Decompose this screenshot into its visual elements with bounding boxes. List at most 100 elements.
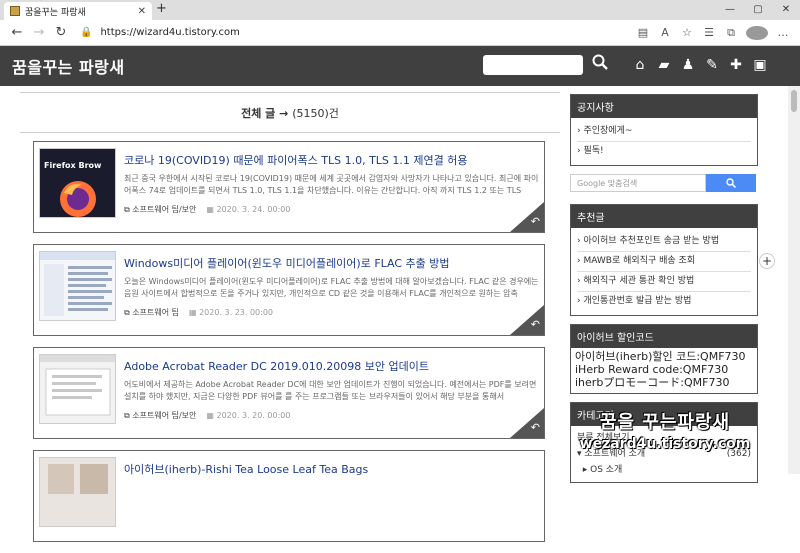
- iherb-code-line: iherbプロモーコード:QMF730: [575, 376, 730, 389]
- post-card[interactable]: 아이허브(iherb)-Rishi Tea Loose Leaf Tea Bag…: [33, 450, 545, 542]
- recommend-widget-title: 추천글: [571, 205, 757, 228]
- folder-icon[interactable]: ▰: [652, 54, 676, 76]
- url-field[interactable]: 🔒 https://wizard4u.tistory.com: [80, 23, 632, 43]
- forward-icon[interactable]: →: [28, 25, 50, 40]
- post-excerpt: 어도비에서 제공하는 Adobe Acrobat Reader DC에 대한 보…: [124, 380, 537, 401]
- post-thumbnail[interactable]: [39, 457, 116, 527]
- recommend-item-label: MAWB로 해외직구 배송 조회: [583, 256, 696, 266]
- iherb-code-title: 아이허브 할인코드: [571, 325, 757, 348]
- recommend-item[interactable]: › 개인통관번호 발급 받는 방법: [577, 292, 751, 311]
- post-excerpt: 오늘은 Windows미디어 플레이어(윈도우 미디어플레이어)로 FLAC 추…: [124, 277, 539, 298]
- post-count-value: (5150)건: [292, 107, 339, 120]
- window-close-icon[interactable]: ✕: [772, 0, 800, 20]
- post-category[interactable]: ⧉ 소프트웨어 팁: [124, 307, 179, 318]
- read-aloud-icon[interactable]: A: [654, 26, 676, 39]
- collections-icon[interactable]: ⧉: [720, 26, 742, 40]
- notice-item-label: 주인장에게~: [583, 126, 633, 136]
- settings-icon[interactable]: ✚: [724, 54, 748, 76]
- reply-icon[interactable]: ↶: [531, 421, 540, 434]
- google-search-button[interactable]: [706, 174, 756, 192]
- post-title[interactable]: Windows미디어 플레이어(윈도우 미디어플레이어)로 FLAC 추출 방법: [124, 255, 450, 271]
- favicon-icon: [10, 6, 20, 16]
- thumbnail-text: Firefox Brow: [44, 161, 102, 170]
- post-date: ▦ 2020. 3. 24. 00:00: [206, 205, 291, 214]
- reply-icon[interactable]: ↶: [531, 318, 540, 331]
- post-title[interactable]: Adobe Acrobat Reader DC 2019.010.20098 보…: [124, 358, 429, 374]
- post-card[interactable]: Adobe Acrobat Reader DC 2019.010.20098 보…: [33, 347, 545, 439]
- favorites-list-icon[interactable]: ☰: [698, 26, 720, 39]
- post-category[interactable]: ⧉ 소프트웨어 팁/보안: [124, 204, 196, 215]
- post-category-label: 소프트웨어 팁/보안: [132, 411, 197, 420]
- favorite-star-icon[interactable]: ☆: [676, 26, 698, 39]
- iherb-code-line: iHerb Reward code:QMF730: [575, 363, 729, 376]
- reading-view-icon[interactable]: ▤: [632, 26, 654, 39]
- post-title[interactable]: 아이허브(iherb)-Rishi Tea Loose Leaf Tea Bag…: [124, 461, 368, 477]
- browser-tab[interactable]: 꿈을꾸는 파랑새 ✕: [4, 2, 152, 20]
- refresh-icon[interactable]: ↻: [50, 25, 72, 40]
- post-date-label: 2020. 3. 20. 00:00: [216, 411, 291, 420]
- browser-tabbar: 꿈을꾸는 파랑새 ✕ + — ▢ ✕: [0, 0, 800, 20]
- recommend-item-label: 개인통관번호 발급 받는 방법: [583, 296, 692, 306]
- post-date-label: 2020. 3. 23. 00:00: [199, 308, 274, 317]
- blog-search-input[interactable]: [483, 55, 583, 75]
- search-icon[interactable]: [588, 54, 612, 76]
- recommend-item-label: 아이허브 추천포인트 송금 받는 방법: [583, 236, 720, 246]
- post-thumbnail[interactable]: Firefox Brow: [39, 148, 116, 218]
- recommend-item[interactable]: › MAWB로 해외직구 배송 조회: [577, 252, 751, 272]
- post-category-label: 소프트웨어 팁: [132, 308, 179, 317]
- notice-item[interactable]: › 주인장에게~: [577, 122, 751, 142]
- new-tab-icon[interactable]: +: [156, 1, 167, 16]
- recommend-item[interactable]: › 해외직구 세관 통관 확인 방법: [577, 272, 751, 292]
- lock-login-icon[interactable]: ▣: [748, 54, 772, 76]
- notice-item-label: 필독!: [583, 146, 604, 156]
- google-search: Google 맞춤검색: [570, 174, 758, 192]
- url-text: https://wizard4u.tistory.com: [100, 27, 240, 38]
- recommend-widget: 추천글 › 아이허브 추천포인트 송금 받는 방법 › MAWB로 해외직구 배…: [570, 204, 758, 316]
- post-date-label: 2020. 3. 24. 00:00: [216, 205, 291, 214]
- search-icon: [726, 178, 737, 189]
- post-date: ▦ 2020. 3. 23. 00:00: [188, 308, 274, 317]
- more-icon[interactable]: …: [772, 26, 794, 39]
- profile-avatar[interactable]: [746, 25, 768, 40]
- guestbook-icon[interactable]: ♟: [676, 54, 700, 76]
- page-scrollbar[interactable]: [788, 86, 800, 474]
- post-card[interactable]: Firefox Brow 코로나 19(COVID19) 때문에 파이어폭스 T…: [33, 141, 545, 233]
- home-icon[interactable]: ⌂: [628, 54, 652, 76]
- recommend-item-label: 해외직구 세관 통관 확인 방법: [583, 276, 695, 286]
- post-category[interactable]: ⧉ 소프트웨어 팁/보안: [124, 410, 196, 421]
- google-search-input[interactable]: Google 맞춤검색: [570, 174, 706, 192]
- back-icon[interactable]: ←: [6, 25, 28, 40]
- reply-icon[interactable]: ↶: [531, 215, 540, 228]
- post-card[interactable]: Windows미디어 플레이어(윈도우 미디어플레이어)로 FLAC 추출 방법…: [33, 244, 545, 336]
- watermark: 꿈을 꾸는파랑새 wezard4u.tistory.com: [565, 408, 765, 452]
- post-excerpt: 최근 중국 우한에서 시작된 코로나 19(COVID19) 때문에 세계 곳곳…: [124, 174, 539, 195]
- iherb-code-widget: 아이허브 할인코드 아이허브(iherb)할인 코드:QMF730 iHerb …: [570, 324, 758, 394]
- divider: [20, 132, 560, 133]
- notice-item[interactable]: › 필독!: [577, 142, 751, 161]
- recommend-item[interactable]: › 아이허브 추천포인트 송금 받는 방법: [577, 232, 751, 252]
- iherb-code-line: 아이허브(iherb)할인 코드:QMF730: [575, 350, 746, 363]
- write-icon[interactable]: ✎: [700, 54, 724, 76]
- page-content: 전체 글 → (5150)건 Firefox Brow 코로나 19(COVID…: [0, 86, 800, 542]
- post-date: ▦ 2020. 3. 20. 00:00: [206, 411, 291, 420]
- notice-widget: 공지사항 › 주인장에게~ › 필독!: [570, 94, 758, 166]
- address-bar-row: ← → ↻ 🔒 https://wizard4u.tistory.com ▤ A…: [0, 20, 800, 46]
- minimize-icon[interactable]: —: [716, 0, 744, 20]
- category-item[interactable]: ▸ OS 소개: [577, 462, 751, 478]
- post-category-label: 소프트웨어 팁/보안: [132, 205, 197, 214]
- notice-widget-title: 공지사항: [571, 95, 757, 118]
- adobe-reader-screenshot-icon: [40, 355, 115, 416]
- expand-sidebar-button[interactable]: +: [759, 253, 775, 269]
- close-tab-icon[interactable]: ✕: [138, 6, 146, 17]
- post-title[interactable]: 코로나 19(COVID19) 때문에 파이어폭스 TLS 1.0, TLS 1…: [124, 152, 468, 168]
- blog-title[interactable]: 꿈을꾸는 파랑새: [12, 54, 125, 78]
- post-count-label: 전체 글 →: [241, 107, 289, 120]
- post-thumbnail[interactable]: [39, 354, 116, 424]
- tea-product-photo-icon: [48, 464, 108, 494]
- blog-header: 꿈을꾸는 파랑새 ⌂ ▰ ♟ ✎ ✚ ▣: [0, 46, 800, 86]
- scrollbar-thumb[interactable]: [791, 90, 797, 112]
- maximize-icon[interactable]: ▢: [744, 0, 772, 20]
- post-thumbnail[interactable]: [39, 251, 116, 321]
- lock-icon: 🔒: [80, 27, 93, 38]
- watermark-line2: wezard4u.tistory.com: [579, 436, 751, 452]
